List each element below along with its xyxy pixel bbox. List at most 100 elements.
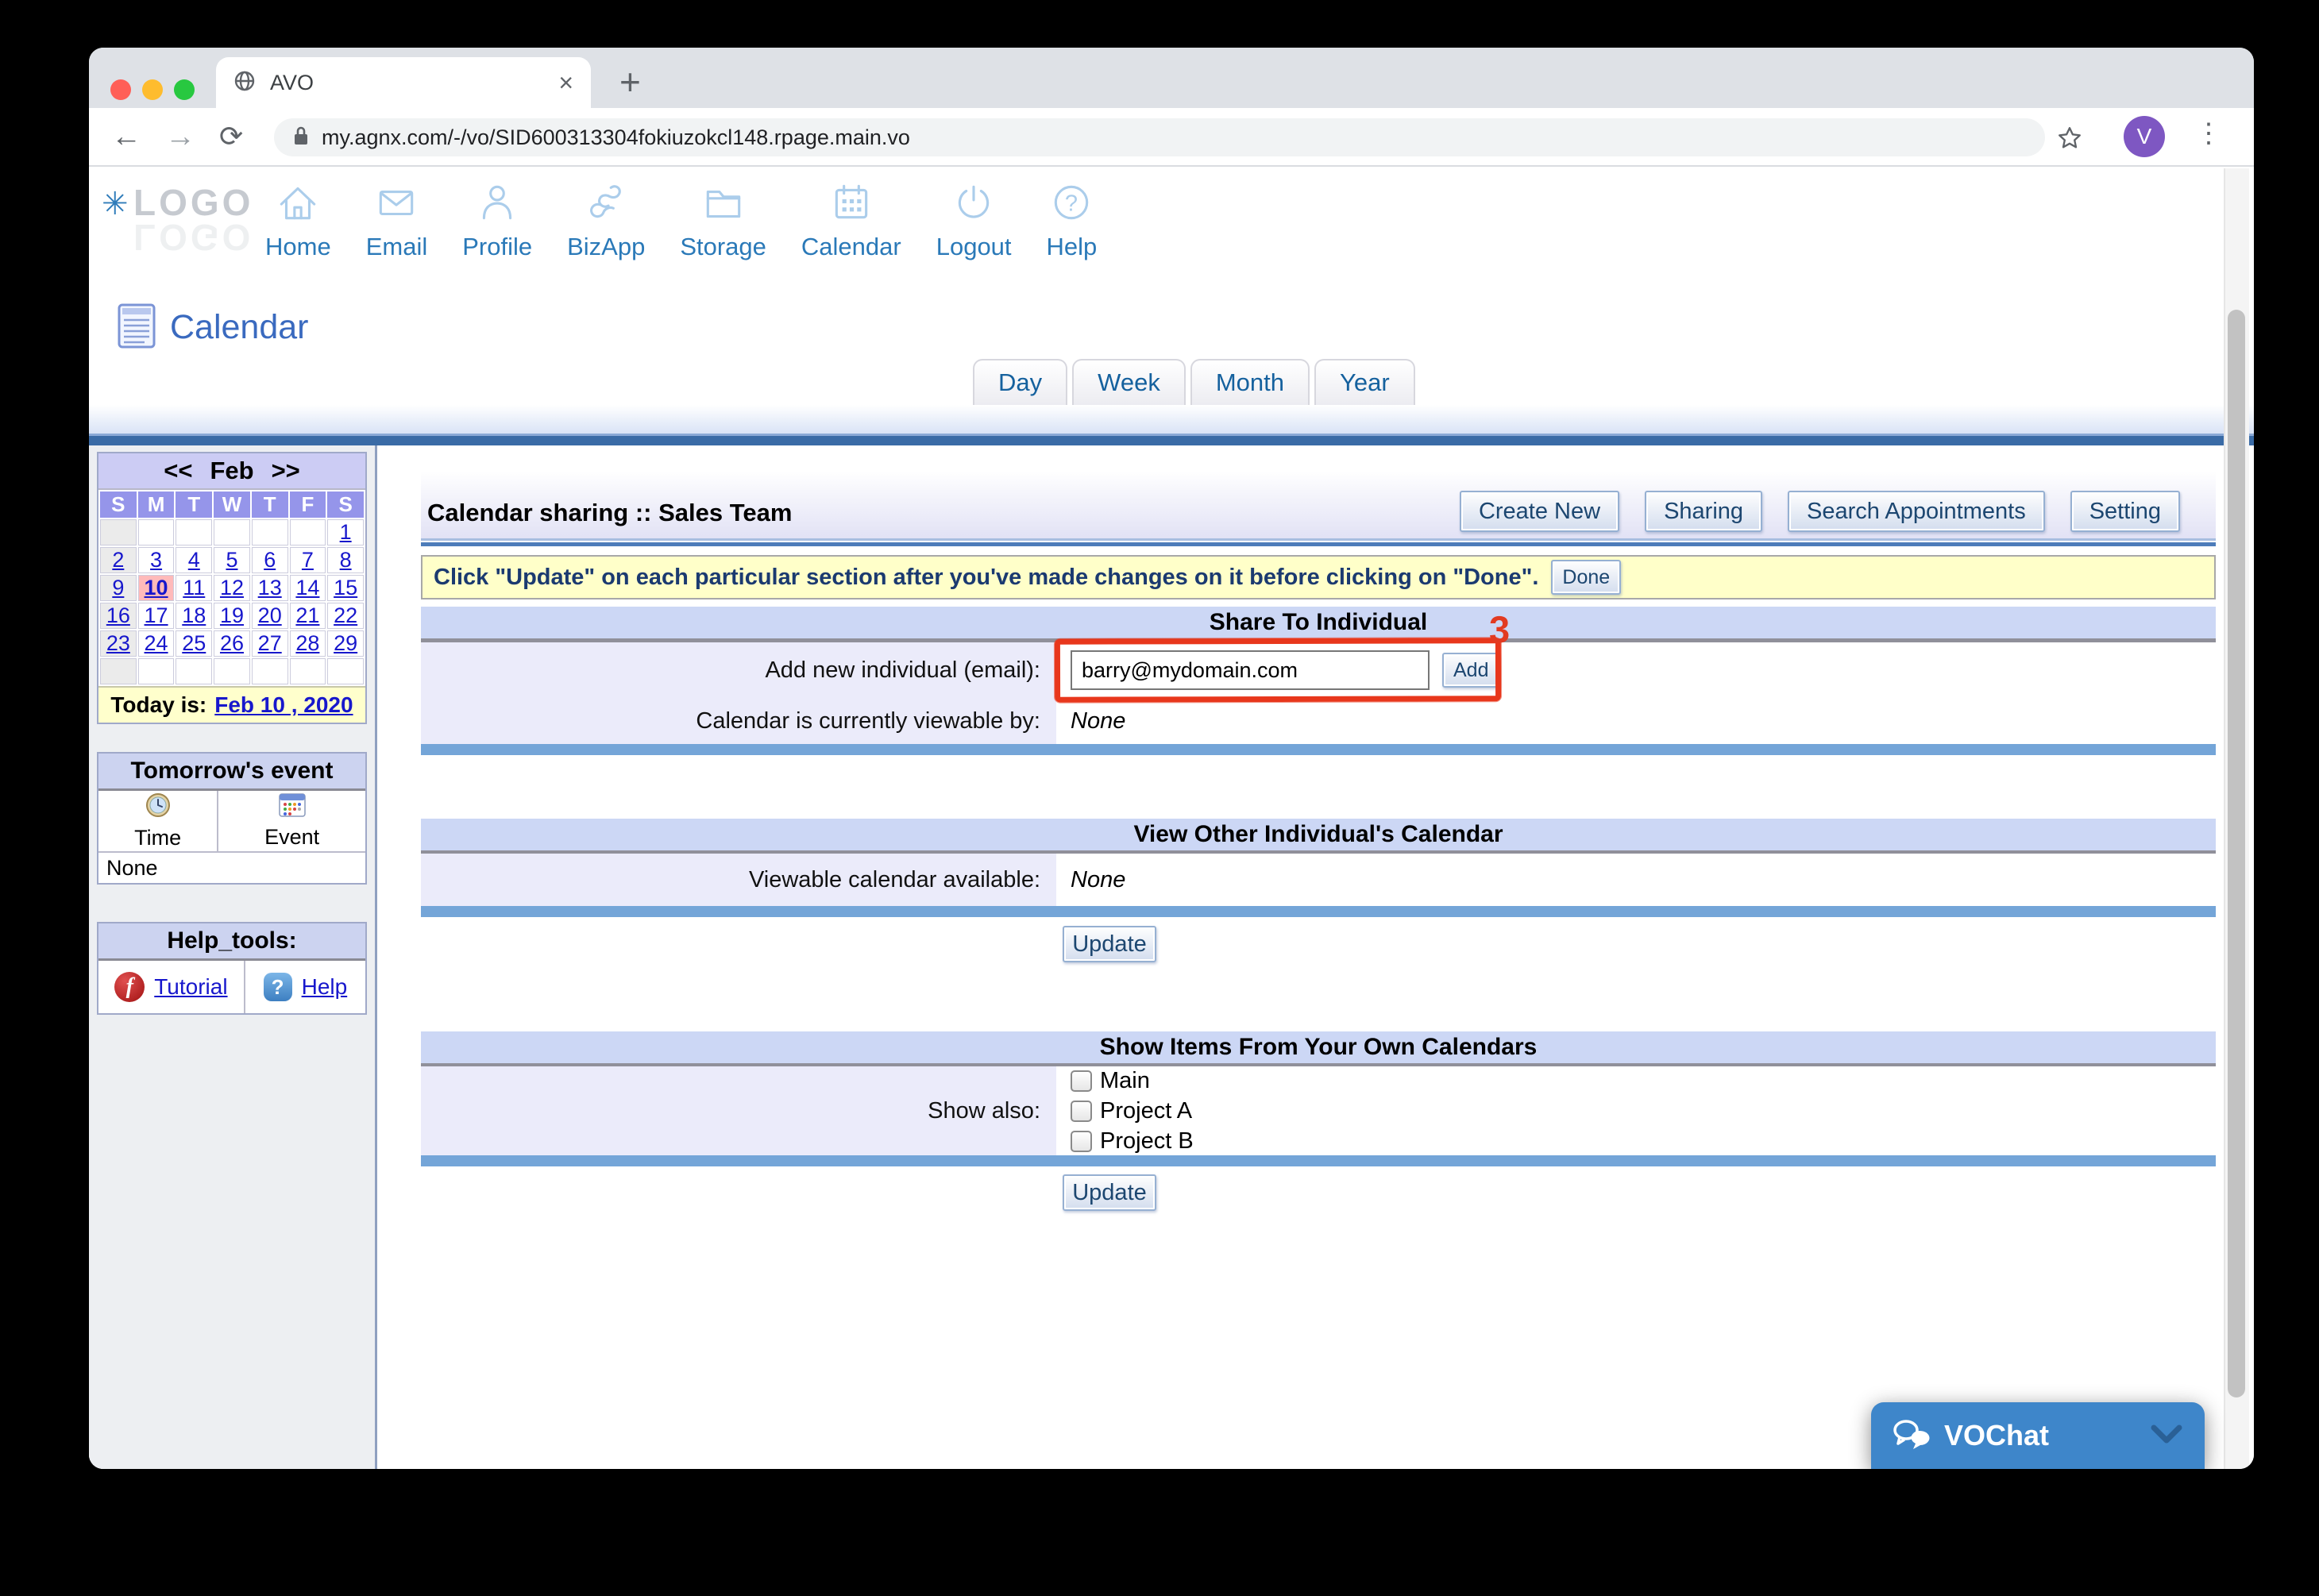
browser-tab[interactable]: AVO × <box>216 57 591 108</box>
calendar-day-cell[interactable]: 27 <box>252 630 288 657</box>
calendar-day-cell <box>100 658 137 684</box>
nav-label: Email <box>366 233 428 261</box>
bookmark-star-icon[interactable] <box>2057 125 2082 155</box>
calendar-day-cell[interactable]: 15 <box>327 575 364 601</box>
prev-month-button[interactable]: << <box>164 457 192 485</box>
dow-header: T <box>252 492 288 518</box>
calendar-day-cell[interactable]: 24 <box>138 630 175 657</box>
setting-button[interactable]: Setting <box>2070 491 2180 532</box>
nav-item-calendar[interactable]: Calendar <box>801 179 901 261</box>
macos-zoom-button[interactable] <box>174 79 195 100</box>
profile-avatar[interactable]: V <box>2124 116 2165 157</box>
vochat-widget[interactable]: VOChat <box>1871 1402 2205 1469</box>
calendar-day-cell[interactable]: 6 <box>252 547 288 573</box>
calendar-day-cell-today[interactable]: 10 <box>138 575 175 601</box>
calendar-day-cell[interactable]: 14 <box>290 575 326 601</box>
nav-item-profile[interactable]: Profile <box>462 179 532 261</box>
calendar-day-cell[interactable]: 20 <box>252 603 288 629</box>
calendar-day-cell[interactable]: 13 <box>252 575 288 601</box>
tab-year[interactable]: Year <box>1314 359 1415 405</box>
nav-item-email[interactable]: Email <box>366 179 428 261</box>
today-banner: Today is: Feb 10 , 2020 <box>98 686 365 723</box>
calendar-day-cell[interactable]: 1 <box>327 519 364 545</box>
nav-item-logout[interactable]: Logout <box>936 179 1012 261</box>
calendar-day-cell[interactable]: 3 <box>138 547 175 573</box>
calendar-day-cell[interactable]: 22 <box>327 603 364 629</box>
project-b-checkbox[interactable] <box>1071 1131 1092 1152</box>
nav-item-home[interactable]: Home <box>265 179 331 261</box>
calendar-day-cell[interactable]: 5 <box>214 547 250 573</box>
calendar-day-cell[interactable]: 11 <box>176 575 212 601</box>
tab-day[interactable]: Day <box>973 359 1067 405</box>
nav-label: Profile <box>462 233 532 261</box>
tutorial-link[interactable]: Tutorial <box>154 974 227 1000</box>
calendar-day-cell[interactable]: 26 <box>214 630 250 657</box>
nav-label: Calendar <box>801 233 901 261</box>
calendar-day-cell <box>252 519 288 545</box>
month-label: Feb <box>210 457 253 485</box>
back-button[interactable]: ← <box>111 119 141 154</box>
address-bar[interactable]: my.agnx.com/-/vo/SID600313304fokiuzokcl1… <box>274 118 2045 156</box>
calendar-day-cell[interactable]: 21 <box>290 603 326 629</box>
header-gradient-band <box>89 405 2254 434</box>
calendar-day-cell <box>214 519 250 545</box>
calendar-day-cell[interactable]: 16 <box>100 603 137 629</box>
tab-month[interactable]: Month <box>1190 359 1310 405</box>
calendar-day-cell[interactable]: 2 <box>100 547 137 573</box>
calendar-day-cell[interactable]: 17 <box>138 603 175 629</box>
macos-close-button[interactable] <box>110 79 131 100</box>
main-checkbox[interactable] <box>1071 1070 1092 1092</box>
mini-calendar-grid: S M T W T F S <box>98 490 365 686</box>
search-appointments-button[interactable]: Search Appointments <box>1788 491 2045 532</box>
nav-item-bizapp[interactable]: BizApp <box>567 179 645 261</box>
page-scrollbar[interactable] <box>2224 168 2249 1469</box>
calendar-day-cell[interactable]: 8 <box>327 547 364 573</box>
calendar-day-cell[interactable]: 25 <box>176 630 212 657</box>
toolbar: Create New Sharing Search Appointments S… <box>1460 491 2180 532</box>
browser-toolbar: ← → ⟳ my.agnx.com/-/vo/SID600313304fokiu… <box>89 108 2254 167</box>
tutorial-cell: f Tutorial <box>98 961 245 1013</box>
reload-button[interactable]: ⟳ <box>219 119 243 154</box>
tab-week[interactable]: Week <box>1072 359 1186 405</box>
calendar-day-cell[interactable]: 19 <box>214 603 250 629</box>
nav-item-storage[interactable]: Storage <box>680 179 766 261</box>
update-show-section-button[interactable]: Update <box>1063 1174 1156 1211</box>
browser-menu-icon[interactable]: ⋮ <box>2195 118 2222 149</box>
email-icon <box>373 179 419 229</box>
dow-header: W <box>214 492 250 518</box>
tab-close-icon[interactable]: × <box>558 70 573 95</box>
project-b-checkbox-label: Project B <box>1100 1128 1194 1155</box>
calendar-day-cell <box>176 519 212 545</box>
nav-label: Home <box>265 233 331 261</box>
next-month-button[interactable]: >> <box>272 457 300 485</box>
annotation-step-number: 3 <box>1489 607 1510 651</box>
create-new-button[interactable]: Create New <box>1460 491 1619 532</box>
help-link[interactable]: Help <box>302 974 348 1000</box>
calendar-day-cell[interactable]: 18 <box>176 603 212 629</box>
calendar-day-cell[interactable]: 29 <box>327 630 364 657</box>
chevron-down-icon[interactable] <box>2149 1423 2184 1449</box>
screenshot-canvas: AVO × + ← → ⟳ my.agnx.com/-/vo/SID600313… <box>0 0 2319 1596</box>
calendar-day-cell[interactable]: 23 <box>100 630 137 657</box>
scrollbar-thumb[interactable] <box>2228 310 2245 1397</box>
tomorrows-event-box: Tomorrow's event Time <box>97 752 367 885</box>
notice-bar: Click "Update" on each particular sectio… <box>421 555 2216 599</box>
checkbox-line-main: Main <box>1071 1066 1150 1095</box>
macos-minimize-button[interactable] <box>142 79 163 100</box>
chat-bubbles-icon <box>1892 1419 1931 1453</box>
dow-header: M <box>138 492 175 518</box>
calendar-day-cell[interactable]: 4 <box>176 547 212 573</box>
view-other-calendar-header: View Other Individual's Calendar <box>421 819 2216 854</box>
calendar-day-cell[interactable]: 9 <box>100 575 137 601</box>
new-tab-button[interactable]: + <box>619 60 641 103</box>
done-button[interactable]: Done <box>1551 560 1621 595</box>
sharing-button[interactable]: Sharing <box>1645 491 1762 532</box>
today-link[interactable]: Feb 10 , 2020 <box>214 692 353 718</box>
calendar-day-cell[interactable]: 7 <box>290 547 326 573</box>
calendar-day-cell[interactable]: 12 <box>214 575 250 601</box>
viewable-calendar-row: Viewable calendar available: None <box>421 854 2216 906</box>
project-a-checkbox[interactable] <box>1071 1101 1092 1122</box>
update-view-section-button[interactable]: Update <box>1063 926 1156 962</box>
calendar-day-cell[interactable]: 28 <box>290 630 326 657</box>
nav-item-help[interactable]: ? Help <box>1047 179 1098 261</box>
